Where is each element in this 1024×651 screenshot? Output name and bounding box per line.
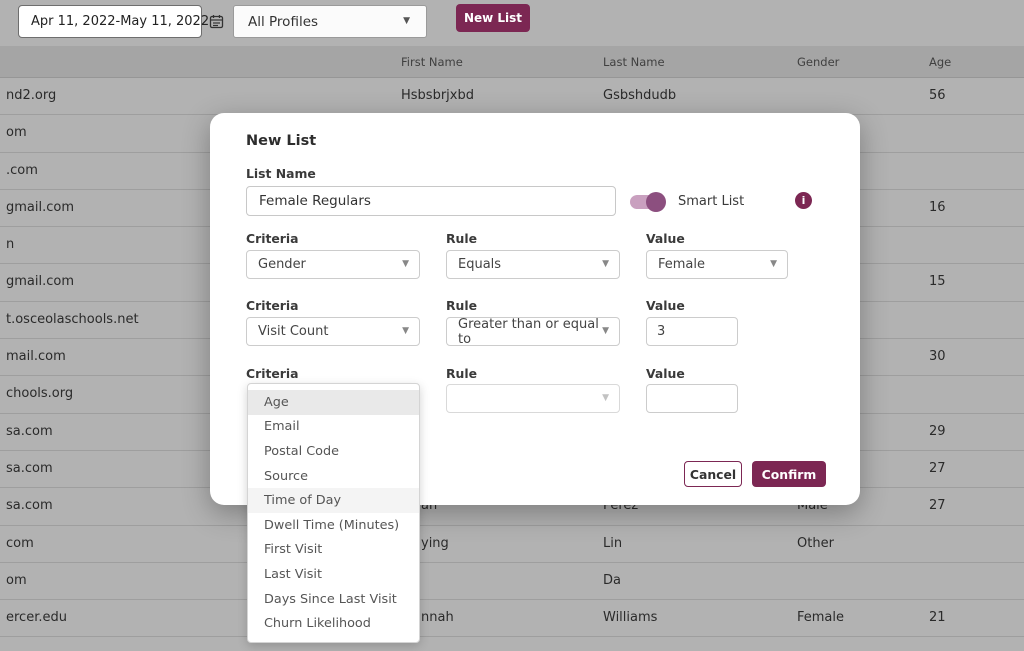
date-range-picker[interactable]: Apr 11, 2022-May 11, 2022: [18, 5, 202, 38]
criteria-label-2: Criteria: [246, 298, 420, 313]
smart-list-toggle[interactable]: [630, 195, 664, 209]
smart-list-label: Smart List: [678, 194, 744, 209]
criteria-select-2[interactable]: Visit Count ▼: [246, 317, 420, 346]
cancel-button[interactable]: Cancel: [684, 461, 742, 487]
calendar-icon: [209, 14, 224, 29]
rule-label-1: Rule: [446, 231, 620, 246]
chevron-down-icon: ▼: [770, 260, 777, 269]
value-label-3: Value: [646, 366, 788, 381]
modal-title: New List: [246, 133, 316, 149]
criteria-option[interactable]: Age: [248, 390, 419, 415]
rule-select-1-value: Equals: [458, 257, 501, 272]
chevron-down-icon: ▼: [602, 394, 609, 403]
rule-label-2: Rule: [446, 298, 620, 313]
criteria-label-3: Criteria: [246, 366, 420, 381]
criteria-option[interactable]: Last Visit: [248, 562, 419, 587]
chevron-down-icon: ▼: [402, 260, 409, 269]
new-list-button[interactable]: New List: [456, 4, 530, 32]
criteria-option[interactable]: First Visit: [248, 538, 419, 563]
criteria-option[interactable]: Churn Likelihood: [248, 611, 419, 636]
rule-select-1[interactable]: Equals ▼: [446, 250, 620, 279]
criteria-option[interactable]: Postal Code: [248, 439, 419, 464]
rule-label-3: Rule: [446, 366, 620, 381]
chevron-down-icon: ▼: [602, 260, 609, 269]
criteria-select-1[interactable]: Gender ▼: [246, 250, 420, 279]
date-range-value: Apr 11, 2022-May 11, 2022: [31, 14, 209, 29]
chevron-down-icon: ▼: [403, 17, 410, 26]
criteria-dropdown: AgeEmailPostal CodeSourceTime of DayDwel…: [247, 383, 420, 643]
value-select-1[interactable]: Female ▼: [646, 250, 788, 279]
criteria-select-1-value: Gender: [258, 257, 306, 272]
value-label-2: Value: [646, 298, 788, 313]
rule-select-3[interactable]: ▼: [446, 384, 620, 413]
value-input-3[interactable]: [646, 384, 738, 413]
rule-select-2-value: Greater than or equal to: [458, 317, 602, 347]
value-input-2[interactable]: [646, 317, 738, 346]
info-icon[interactable]: i: [795, 192, 812, 209]
chevron-down-icon: ▼: [402, 327, 409, 336]
confirm-button[interactable]: Confirm: [752, 461, 826, 487]
criteria-label-1: Criteria: [246, 231, 420, 246]
criteria-option[interactable]: Days Since Last Visit: [248, 587, 419, 612]
profiles-filter-select[interactable]: All Profiles ▼: [233, 5, 427, 38]
rule-select-2[interactable]: Greater than or equal to ▼: [446, 317, 620, 346]
value-select-1-value: Female: [658, 257, 705, 272]
criteria-option[interactable]: Time of Day: [248, 488, 419, 513]
profiles-filter-value: All Profiles: [248, 14, 318, 30]
criteria-option[interactable]: Email: [248, 415, 419, 440]
criteria-option[interactable]: Source: [248, 464, 419, 489]
toggle-knob: [646, 192, 666, 212]
value-label-1: Value: [646, 231, 788, 246]
list-name-label: List Name: [246, 166, 316, 181]
criteria-select-2-value: Visit Count: [258, 324, 328, 339]
chevron-down-icon: ▼: [602, 327, 609, 336]
list-name-input[interactable]: [246, 186, 616, 216]
criteria-option[interactable]: Dwell Time (Minutes): [248, 513, 419, 538]
